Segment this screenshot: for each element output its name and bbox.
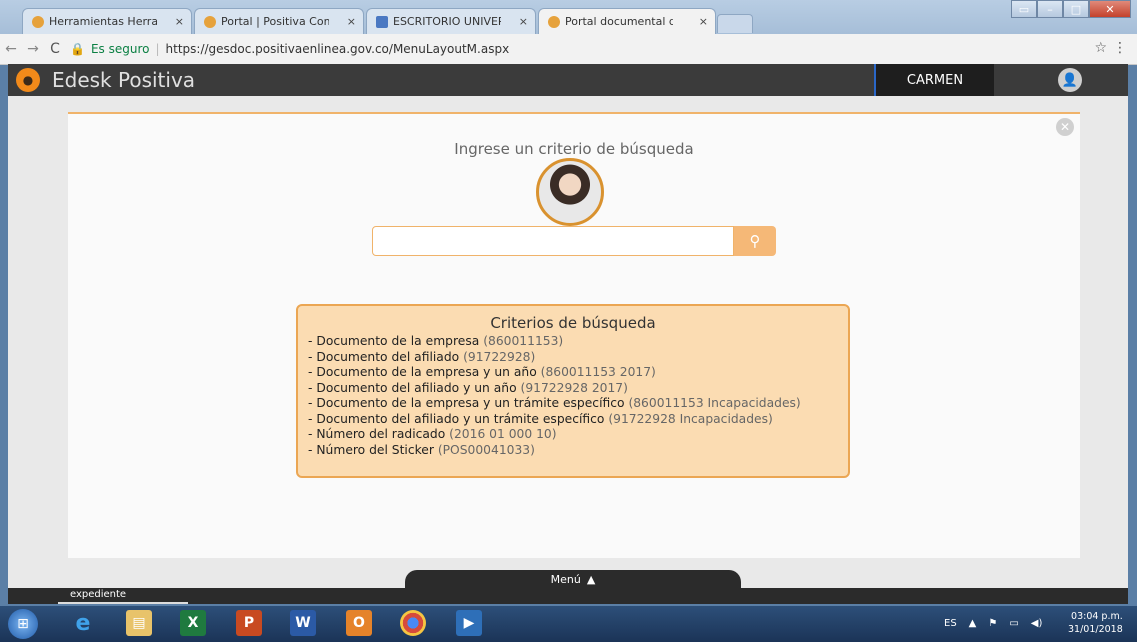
address-bar: ← → C 🔒 Es seguro | https://gesdoc.posit…: [0, 34, 1137, 65]
system-clock[interactable]: 03:04 p.m. 31/01/2018: [1068, 610, 1123, 636]
criteria-label: - Documento de la empresa y un trámite e…: [308, 396, 625, 410]
list-item: - Número del Sticker (POS00041033): [308, 443, 838, 459]
criteria-example: (860011153 Incapacidades): [628, 396, 801, 410]
language-indicator[interactable]: ES: [944, 618, 957, 629]
chrome-icon[interactable]: [400, 610, 426, 636]
criteria-example: (860011153): [483, 334, 564, 348]
list-item: - Documento del afiliado (91722928): [308, 350, 838, 366]
media-player-icon[interactable]: ▶: [456, 610, 482, 636]
criteria-label: - Documento del afiliado y un trámite es…: [308, 411, 605, 426]
flag-icon[interactable]: ⚑: [988, 618, 997, 629]
criteria-label: - Documento de la empresa y un año: [308, 365, 537, 379]
new-tab-button[interactable]: [717, 14, 753, 33]
restore-icon[interactable]: ▭: [1011, 0, 1037, 18]
secure-label: Es seguro: [90, 42, 150, 56]
list-item: - Documento de la empresa y un año (8600…: [308, 365, 838, 381]
close-icon[interactable]: ×: [175, 15, 184, 28]
search-bar: ⚲: [372, 226, 776, 256]
search-criteria-panel: Criterios de búsqueda - Documento de la …: [296, 304, 850, 478]
back-icon[interactable]: ←: [0, 41, 22, 57]
tab-title: Portal documental de Po: [565, 15, 673, 28]
tab-title: Herramientas Herramien: [49, 15, 157, 28]
criteria-label: - Número del Sticker: [308, 442, 434, 457]
volume-icon[interactable]: ◀): [1031, 618, 1043, 629]
browser-menu-icon[interactable]: ⋮: [1113, 40, 1127, 56]
search-card: ✕ Ingrese un criterio de búsqueda ⚲ Crit…: [68, 112, 1080, 558]
app-header: ● Edesk Positiva CARMEN 👤: [8, 64, 1128, 96]
browser-tab-herramientas[interactable]: Herramientas Herramien ×: [22, 8, 192, 34]
internet-explorer-icon[interactable]: e: [70, 610, 96, 636]
powerpoint-icon[interactable]: P: [236, 610, 262, 636]
criteria-example: (POS00041033): [437, 442, 535, 457]
list-item: - Documento de la empresa (860011153): [308, 334, 838, 350]
network-icon[interactable]: ▭: [1009, 618, 1018, 629]
clock-time: 03:04 p.m.: [1071, 611, 1123, 622]
tab-title: ESCRITORIO UNIVERSAL: [393, 15, 501, 28]
search-prompt: Ingrese un criterio de búsqueda: [454, 140, 694, 158]
criteria-label: - Número del radicado: [308, 427, 446, 441]
start-button[interactable]: ⊞: [8, 609, 38, 639]
word-icon[interactable]: W: [290, 610, 316, 636]
criteria-label: - Documento del afiliado y un año: [308, 380, 517, 395]
criteria-example: (91722928): [463, 349, 536, 364]
app-title: Edesk Positiva: [52, 68, 196, 92]
outlook-icon[interactable]: O: [346, 610, 372, 636]
browser-tab-portal-positiva[interactable]: Portal | Positiva Compañ ×: [194, 8, 364, 34]
blue-window-icon: [376, 16, 388, 28]
list-item: - Número del radicado (2016 01 000 10): [308, 427, 838, 443]
workspace: ✕ Ingrese un criterio de búsqueda ⚲ Crit…: [8, 96, 1128, 588]
criteria-example: (91722928 2017): [520, 380, 628, 395]
browser-tab-portal-documental[interactable]: Portal documental de Po ×: [538, 8, 716, 34]
search-button[interactable]: ⚲: [734, 226, 776, 256]
criteria-label: - Documento de la empresa: [308, 334, 480, 348]
positiva-logo-icon: ●: [16, 68, 40, 92]
window-close-icon[interactable]: ✕: [1089, 0, 1131, 18]
list-item: - Documento del afiliado y un año (91722…: [308, 381, 838, 397]
criteria-example: (860011153 2017): [540, 365, 656, 379]
window-controls: ▭ – □ ✕: [1011, 0, 1131, 18]
list-item: - Documento del afiliado y un trámite es…: [308, 412, 838, 428]
menu-toggle-button[interactable]: Menú ▲: [405, 570, 741, 588]
search-icon: ⚲: [749, 232, 761, 250]
os-taskbar: ⊞ e ▤ X P W O ▶ ES ▲ ⚑ ▭ ◀) 03:04 p.m. 3…: [0, 606, 1137, 642]
tab-expediente[interactable]: expediente: [58, 588, 188, 604]
close-icon[interactable]: ×: [347, 15, 356, 28]
reload-icon[interactable]: C: [44, 41, 66, 57]
criteria-title: Criterios de búsqueda: [490, 314, 656, 332]
search-input[interactable]: [372, 226, 734, 256]
clock-date: 31/01/2018: [1068, 624, 1123, 635]
system-tray: ES ▲ ⚑ ▭ ◀): [944, 618, 1042, 629]
criteria-example: (2016 01 000 10): [449, 427, 557, 441]
excel-icon[interactable]: X: [180, 610, 206, 636]
tab-title: Portal | Positiva Compañ: [221, 15, 329, 28]
menu-label: Menú: [550, 572, 581, 586]
list-item: - Documento de la empresa y un trámite e…: [308, 396, 838, 412]
criteria-label: - Documento del afiliado: [308, 349, 460, 364]
orange-circle-icon: [548, 16, 560, 28]
user-photo: [536, 158, 604, 226]
bookmark-star-icon[interactable]: ☆: [1094, 40, 1107, 56]
browser-tab-strip: Herramientas Herramien × Portal | Positi…: [0, 0, 1137, 34]
minimize-icon[interactable]: –: [1037, 0, 1063, 18]
url-field[interactable]: 🔒 Es seguro | https://gesdoc.positivaenl…: [70, 38, 1083, 60]
close-icon[interactable]: ✕: [1056, 118, 1074, 136]
forward-icon[interactable]: →: [22, 41, 44, 57]
maximize-icon[interactable]: □: [1063, 0, 1089, 18]
user-avatar-icon[interactable]: 👤: [1058, 68, 1082, 92]
close-icon[interactable]: ×: [699, 15, 708, 28]
lock-icon: 🔒: [70, 42, 85, 56]
orange-circle-icon: [204, 16, 216, 28]
file-explorer-icon[interactable]: ▤: [126, 610, 152, 636]
criteria-example: (91722928 Incapacidades): [608, 411, 773, 426]
separator: |: [155, 42, 160, 56]
triangle-up-icon: ▲: [586, 572, 596, 586]
tray-arrow-icon[interactable]: ▲: [969, 618, 977, 629]
orange-circle-icon: [32, 16, 44, 28]
browser-tab-escritorio-universal[interactable]: ESCRITORIO UNIVERSAL ×: [366, 8, 536, 34]
close-icon[interactable]: ×: [519, 15, 528, 28]
bottom-tab-bar: expediente: [8, 588, 1128, 604]
user-name[interactable]: CARMEN: [874, 64, 994, 96]
url-text: https://gesdoc.positivaenlinea.gov.co/Me…: [165, 42, 510, 56]
